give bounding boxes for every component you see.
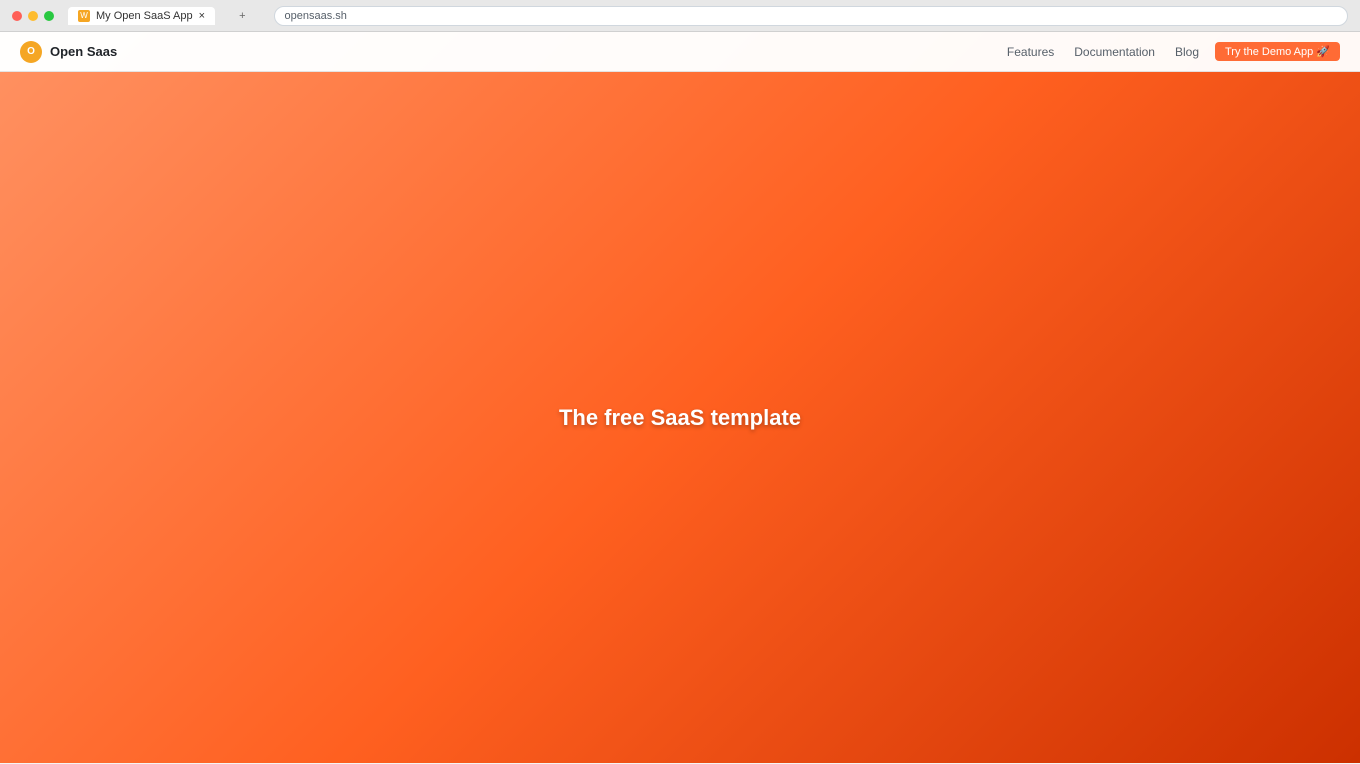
video-container: 📹 open-saas-demo.mp4 ▾ W My Open SaaS Ap… — [57, 488, 1303, 523]
browser-screenshot: W My Open SaaS App × + opensaas.sh O Ope… — [57, 488, 1303, 523]
mock-hero-section: The free SaaS template — [57, 488, 1303, 523]
browser-content: O Open Saas Features Documentation Blog … — [57, 488, 1303, 523]
readme-content: Welcome to your new SaaS App! 🚀 P FEATUR… — [16, 295, 1344, 655]
